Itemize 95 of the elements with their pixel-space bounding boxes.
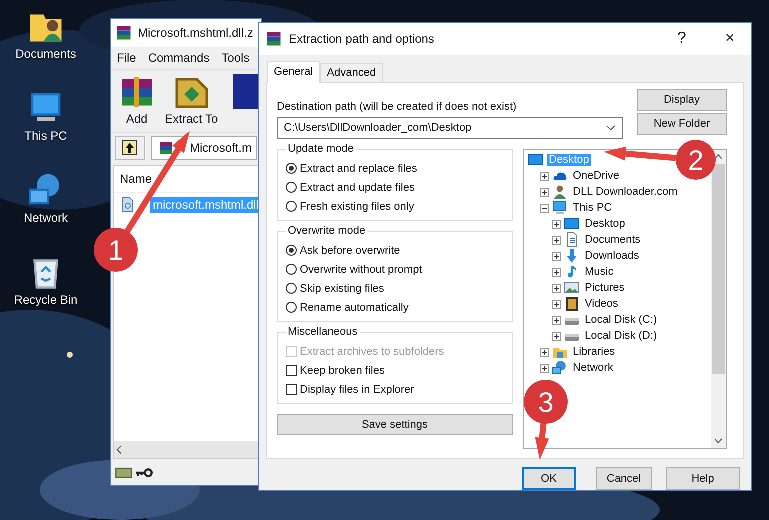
group-title: Overwrite mode — [286, 225, 368, 237]
desktop-icon — [528, 152, 544, 168]
tree-item[interactable]: Desktop — [583, 218, 628, 230]
tree-item[interactable]: Music — [583, 266, 616, 278]
pointer-arrow — [535, 422, 550, 460]
archive-icon — [158, 140, 174, 156]
download-icon — [564, 248, 580, 264]
tree-item[interactable]: Libraries — [571, 346, 618, 358]
option-label[interactable]: Display files in Explorer — [300, 384, 414, 396]
tab[interactable]: Advanced — [320, 63, 384, 82]
network-icon — [552, 360, 568, 376]
dialog-title: Extraction path and options — [289, 32, 436, 46]
desktop-icon — [564, 216, 580, 232]
option-label[interactable]: Extract and update files — [300, 182, 415, 194]
menu-item[interactable]: File — [117, 51, 136, 65]
tree-item[interactable]: Network — [571, 362, 616, 374]
option-label[interactable]: Skip existing files — [300, 282, 384, 294]
desktop-icon-label[interactable]: This PC — [24, 129, 68, 143]
expand-toggle[interactable] — [540, 188, 549, 196]
window-title: Microsoft.mshtml.dll.z — [138, 26, 254, 40]
expand-toggle[interactable] — [552, 332, 561, 340]
videos-icon — [564, 296, 580, 312]
group-title: Update mode — [286, 143, 356, 155]
expand-toggle[interactable] — [552, 252, 561, 260]
horizontal-scrollbar[interactable] — [114, 441, 258, 458]
toolbar-button[interactable]: Add — [115, 72, 159, 130]
expand-toggle[interactable] — [552, 316, 561, 324]
tree-item[interactable]: DLL Downloader.com — [571, 186, 680, 198]
option-label[interactable]: Extract and replace files — [300, 162, 418, 174]
radio-button[interactable] — [286, 264, 297, 275]
computer-icon — [552, 200, 568, 216]
field-label: Destination path (will be created if does not exist) — [277, 101, 518, 113]
menu-item[interactable]: Tools — [222, 51, 250, 65]
path-combo-field[interactable]: C:\Users\DllDownloader_com\Desktop — [277, 117, 623, 139]
desktop-icon-label[interactable]: Documents — [16, 47, 76, 61]
dialog-button[interactable]: OK — [522, 467, 576, 490]
tree-item[interactable]: This PC — [571, 202, 614, 214]
radio-button[interactable] — [286, 283, 297, 294]
expand-toggle[interactable] — [552, 268, 561, 276]
radio-button[interactable] — [286, 163, 297, 174]
vertical-scrollbar[interactable] — [711, 150, 726, 448]
toolbar-button[interactable]: Extract To — [163, 72, 220, 130]
option-label[interactable]: Overwrite without prompt — [300, 264, 422, 276]
up-button[interactable] — [115, 136, 145, 160]
tree-item[interactable]: Documents — [583, 234, 643, 246]
expand-toggle[interactable] — [540, 364, 549, 372]
tree-item[interactable]: Local Disk (C:) — [583, 314, 660, 326]
tree-item[interactable]: Pictures — [583, 282, 627, 294]
scroll-down-icon[interactable] — [714, 438, 723, 444]
radio-button[interactable] — [286, 201, 297, 212]
tab[interactable]: General — [267, 61, 320, 83]
tree-item[interactable]: Downloads — [583, 250, 642, 262]
expand-toggle[interactable] — [552, 284, 561, 292]
radio-button[interactable] — [286, 245, 297, 256]
dropdown-icon — [606, 125, 616, 131]
step-marker: 2 — [676, 140, 716, 180]
save-settings-button[interactable]: Save settings — [277, 414, 513, 435]
step-marker: 1 — [94, 228, 138, 272]
archive-icon — [265, 30, 283, 48]
desktop-icon-label[interactable]: Recycle Bin — [14, 293, 78, 307]
expand-toggle[interactable] — [552, 300, 561, 308]
desktop-icon-label[interactable]: Network — [24, 211, 68, 225]
expand-toggle[interactable] — [540, 172, 549, 180]
address-field[interactable]: Microsoft.m — [151, 136, 257, 160]
option-label[interactable]: Keep broken files — [300, 364, 385, 376]
pictures-icon — [564, 280, 580, 296]
tree-item[interactable]: Local Disk (D:) — [583, 330, 660, 342]
tree-item[interactable]: Videos — [583, 298, 620, 310]
up-folder-icon — [122, 140, 138, 156]
collapse-toggle[interactable] — [540, 204, 549, 212]
option-label[interactable]: Rename automatically — [300, 302, 409, 314]
checkbox[interactable] — [286, 384, 297, 395]
user-icon — [552, 184, 568, 200]
checkbox[interactable] — [286, 365, 297, 376]
step-marker: 3 — [524, 380, 568, 424]
group-title: Miscellaneous — [286, 326, 360, 338]
column-header[interactable]: Name — [120, 172, 152, 186]
dialog-button[interactable]: Cancel — [596, 467, 652, 490]
dialog-button[interactable]: Help — [666, 467, 740, 490]
menu-item[interactable]: Commands — [148, 51, 210, 65]
tree-item[interactable]: OneDrive — [571, 170, 622, 182]
dialog-button[interactable]: New Folder — [637, 113, 727, 135]
dialog-button[interactable]: Display — [637, 89, 727, 111]
expand-toggle[interactable] — [552, 236, 561, 244]
expand-toggle[interactable] — [540, 348, 549, 356]
close-button[interactable]: × — [709, 23, 751, 55]
archive-icon — [115, 24, 133, 42]
expand-toggle[interactable] — [552, 220, 561, 228]
scroll-up-icon[interactable] — [714, 154, 723, 160]
dll-file-icon — [120, 197, 136, 213]
option-label[interactable]: Ask before overwrite — [300, 244, 400, 256]
help-button[interactable]: ? — [661, 23, 703, 55]
option-label[interactable]: Fresh existing files only — [300, 200, 414, 212]
radio-button[interactable] — [286, 182, 297, 193]
radio-button[interactable] — [286, 302, 297, 313]
